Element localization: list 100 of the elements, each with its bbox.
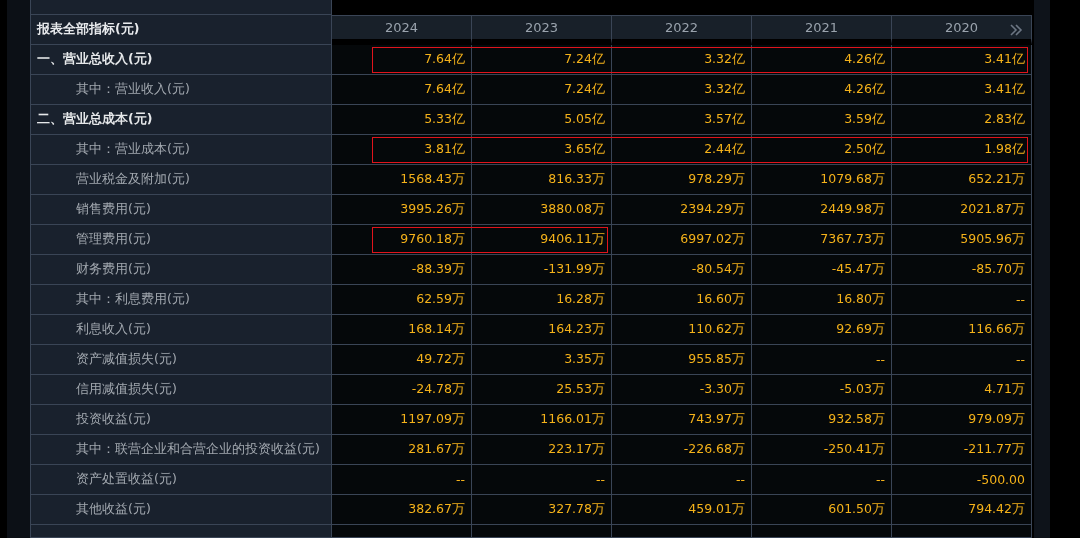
table-cell: 955.85万 [688, 351, 745, 368]
table-cell: -3.30万 [699, 381, 745, 398]
table-cell: 816.33万 [548, 171, 605, 188]
table-cell: 49.72万 [416, 351, 465, 368]
table-cell: 327.78万 [548, 501, 605, 518]
table-cell: 1166.01万 [540, 411, 605, 428]
table-cell: -250.41万 [823, 441, 885, 458]
table-cell: 3.41亿 [984, 81, 1025, 98]
table-cell: -85.70万 [971, 261, 1025, 278]
table-cell: 16.80万 [836, 291, 885, 308]
table-cell: 3.35万 [564, 351, 605, 368]
year-header[interactable]: 2022 [664, 20, 699, 35]
year-header[interactable]: 2024 [384, 20, 419, 35]
table-cell: 3880.08万 [540, 201, 605, 218]
table-cell: 5905.96万 [960, 231, 1025, 248]
row-label: 销售费用(元) [75, 201, 151, 218]
table-cell: 1079.68万 [820, 171, 885, 188]
table-cell: 3.57亿 [704, 111, 745, 128]
header-label: 报表全部指标(元) [35, 21, 140, 38]
table-cell: 5.05亿 [564, 111, 605, 128]
row-label: 利息收入(元) [75, 321, 151, 338]
table-cell: 116.66万 [968, 321, 1025, 338]
row-label: 其中：利息费用(元) [75, 291, 190, 308]
table-cell: -88.39万 [411, 261, 465, 278]
row-label: 其中：营业收入(元) [75, 81, 190, 98]
table-cell: 978.29万 [688, 171, 745, 188]
row-label: 其他收益(元) [75, 501, 151, 518]
table-cell: 1568.43万 [400, 171, 465, 188]
table-cell: 7367.73万 [820, 231, 885, 248]
table-cell: -- [1015, 352, 1025, 367]
row-label: 其中：联营企业和合营企业的投资收益(元) [75, 441, 320, 458]
year-header[interactable]: 2020 [944, 20, 979, 35]
table-cell: 382.67万 [408, 501, 465, 518]
year-header[interactable]: 2021 [804, 20, 839, 35]
table-cell: 459.01万 [688, 501, 745, 518]
table-cell: 7.64亿 [424, 81, 465, 98]
row-label: 信用减值损失(元) [75, 381, 177, 398]
table-cell: 3.32亿 [704, 51, 745, 68]
table-cell: 110.62万 [688, 321, 745, 338]
table-cell: 2.50亿 [844, 141, 885, 158]
double-chevron-icon[interactable] [1009, 24, 1023, 36]
table-cell: -211.77万 [963, 441, 1025, 458]
table-cell: 281.67万 [408, 441, 465, 458]
row-label: 二、营业总成本(元) [36, 111, 153, 128]
table-cell: -5.03万 [839, 381, 885, 398]
table-cell: -- [1015, 292, 1025, 307]
table-cell: -- [455, 472, 465, 487]
table-cell: -- [875, 472, 885, 487]
table-cell: 6997.02万 [680, 231, 745, 248]
table-cell: 2.44亿 [704, 141, 745, 158]
row-label: 投资收益(元) [75, 411, 151, 428]
row-label: 资产处置收益(元) [75, 471, 177, 488]
table-cell: 9406.11万 [540, 231, 605, 248]
table-cell: 2449.98万 [820, 201, 885, 218]
table-cell: -- [735, 472, 745, 487]
table-cell: 25.53万 [556, 381, 605, 398]
row-label: 营业税金及附加(元) [75, 171, 190, 188]
table-cell: -24.78万 [411, 381, 465, 398]
table-cell: 794.42万 [968, 501, 1025, 518]
table-cell: 7.24亿 [564, 51, 605, 68]
table-cell: -500.00 [976, 472, 1025, 487]
table-cell: 3995.26万 [400, 201, 465, 218]
table-cell: -- [875, 352, 885, 367]
year-header[interactable]: 2023 [524, 20, 559, 35]
table-cell: 3.81亿 [424, 141, 465, 158]
table-cell: -131.99万 [543, 261, 605, 278]
table-cell: 2021.87万 [960, 201, 1025, 218]
scrollbar-track[interactable] [1034, 0, 1050, 538]
table-cell: 62.59万 [416, 291, 465, 308]
row-label: 一、营业总收入(元) [36, 51, 153, 68]
table-cell: 7.64亿 [424, 51, 465, 68]
table-cell: 743.97万 [688, 411, 745, 428]
table-cell: 223.17万 [548, 441, 605, 458]
table-cell: 1197.09万 [400, 411, 465, 428]
table-cell: 1.98亿 [984, 141, 1025, 158]
table-cell: 652.21万 [968, 171, 1025, 188]
table-cell: 5.33亿 [424, 111, 465, 128]
table-cell: 3.41亿 [984, 51, 1025, 68]
table-cell: 2.83亿 [984, 111, 1025, 128]
row-label: 管理费用(元) [75, 231, 151, 248]
table-cell: 168.14万 [408, 321, 465, 338]
table-cell: 4.26亿 [844, 81, 885, 98]
table-cell: 92.69万 [836, 321, 885, 338]
table-cell: 3.65亿 [564, 141, 605, 158]
table-cell: -- [595, 472, 605, 487]
table-cell: 4.26亿 [844, 51, 885, 68]
table-cell: 164.23万 [548, 321, 605, 338]
table-cell: 932.58万 [828, 411, 885, 428]
table-cell: 3.59亿 [844, 111, 885, 128]
table-cell: 7.24亿 [564, 81, 605, 98]
table-cell: -45.47万 [831, 261, 885, 278]
table-cell: 601.50万 [828, 501, 885, 518]
table-cell: -226.68万 [683, 441, 745, 458]
table-cell: 979.09万 [968, 411, 1025, 428]
table-cell: 2394.29万 [680, 201, 745, 218]
row-label: 资产减值损失(元) [75, 351, 177, 368]
table-cell: -80.54万 [691, 261, 745, 278]
table-cell: 16.28万 [556, 291, 605, 308]
table-cell: 9760.18万 [400, 231, 465, 248]
row-label: 财务费用(元) [75, 261, 151, 278]
